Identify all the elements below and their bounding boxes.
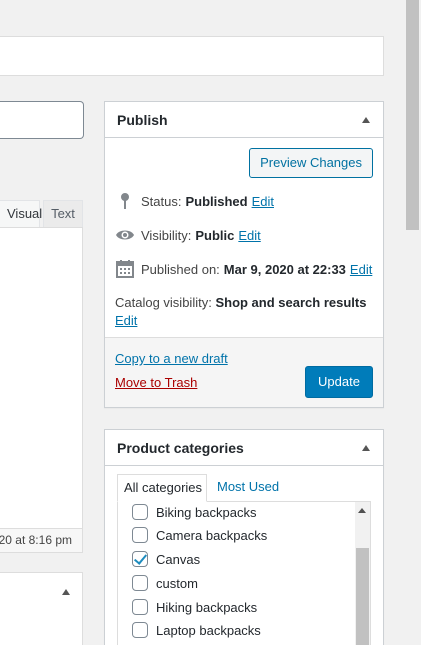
tab-text[interactable]: Text xyxy=(43,200,83,228)
slug-input[interactable] xyxy=(0,101,84,139)
copy-to-draft-link[interactable]: Copy to a new draft xyxy=(115,351,228,366)
scroll-up-arrow-icon[interactable] xyxy=(358,508,366,513)
edit-status-link[interactable]: Edit xyxy=(252,194,274,209)
category-checklist: Biking backpacks Camera backpacks Canvas… xyxy=(117,501,371,645)
product-edit-page: Visual Text 20 at 8:16 pm Publish Previe… xyxy=(0,0,421,645)
publish-box-title: Publish xyxy=(117,112,168,128)
category-item[interactable]: Camera backpacks xyxy=(132,527,267,543)
publish-actions: Copy to a new draft Move to Trash Update xyxy=(105,337,383,407)
publish-box: Publish Preview Changes Status: Publishe… xyxy=(104,101,384,408)
category-label: Canvas xyxy=(156,551,201,567)
chevron-up-icon[interactable] xyxy=(362,445,370,451)
catalog-visibility-value: Shop and search results xyxy=(215,295,367,310)
preview-changes-button[interactable]: Preview Changes xyxy=(249,148,373,178)
product-title-input[interactable] xyxy=(0,36,384,76)
publish-box-header[interactable]: Publish xyxy=(105,102,383,138)
category-label: Camera backpacks xyxy=(156,527,268,543)
tab-most-used[interactable]: Most Used xyxy=(217,474,279,502)
category-scrollbar[interactable] xyxy=(355,502,370,645)
category-checkbox[interactable] xyxy=(132,527,148,543)
edit-catalog-visibility-link[interactable]: Edit xyxy=(115,313,137,328)
category-item[interactable]: Biking backpacks xyxy=(132,504,256,520)
category-label: custom xyxy=(156,575,198,591)
category-checkbox[interactable] xyxy=(132,551,148,567)
category-label: Laptop backpacks xyxy=(156,622,261,638)
calendar-icon xyxy=(115,259,135,279)
status-value: Published xyxy=(185,193,248,209)
page-scrollbar[interactable] xyxy=(406,0,421,645)
category-checkbox[interactable] xyxy=(132,599,148,615)
catalog-visibility-row: Catalog visibility: Shop and search resu… xyxy=(115,294,375,330)
status-row: Status: Published Edit xyxy=(115,191,274,211)
category-label: Hiking backpacks xyxy=(156,599,258,615)
content-editor[interactable] xyxy=(0,227,83,529)
visibility-row: Visibility: Public Edit xyxy=(115,225,261,245)
page-scroll-thumb[interactable] xyxy=(406,0,419,230)
published-on-label: Published on: xyxy=(141,261,220,277)
last-edited-status: 20 at 8:16 pm xyxy=(0,529,83,553)
visibility-label: Visibility: xyxy=(141,227,192,243)
eye-icon xyxy=(115,225,135,245)
category-checkbox[interactable] xyxy=(132,504,148,520)
tab-all-categories[interactable]: All categories xyxy=(117,474,207,502)
visibility-value: Public xyxy=(195,227,235,243)
category-label: Biking backpacks xyxy=(156,504,257,520)
product-data-box xyxy=(0,572,83,645)
product-categories-box: Product categories All categories Most U… xyxy=(104,429,384,645)
chevron-up-icon[interactable] xyxy=(62,589,70,595)
category-item[interactable]: Hiking backpacks xyxy=(132,599,257,615)
categories-box-title: Product categories xyxy=(117,440,244,456)
category-item[interactable]: Laptop backpacks xyxy=(132,622,261,638)
category-item[interactable]: custom xyxy=(132,575,198,591)
edit-date-link[interactable]: Edit xyxy=(350,262,372,277)
published-on-row: Published on: Mar 9, 2020 at 22:33 Edit xyxy=(115,259,372,279)
pin-icon xyxy=(115,191,135,211)
update-button[interactable]: Update xyxy=(305,366,373,398)
chevron-up-icon[interactable] xyxy=(362,117,370,123)
catalog-visibility-label: Catalog visibility: xyxy=(115,295,212,310)
category-checkbox[interactable] xyxy=(132,622,148,638)
category-item[interactable]: Canvas xyxy=(132,551,200,567)
published-on-value: Mar 9, 2020 at 22:33 xyxy=(223,261,346,277)
category-checkbox[interactable] xyxy=(132,575,148,591)
move-to-trash-link[interactable]: Move to Trash xyxy=(115,375,197,390)
categories-box-header[interactable]: Product categories xyxy=(105,430,383,466)
edit-visibility-link[interactable]: Edit xyxy=(238,228,260,243)
category-scroll-thumb[interactable] xyxy=(356,548,369,645)
status-label: Status: xyxy=(141,193,182,209)
tab-visual[interactable]: Visual xyxy=(0,200,42,228)
